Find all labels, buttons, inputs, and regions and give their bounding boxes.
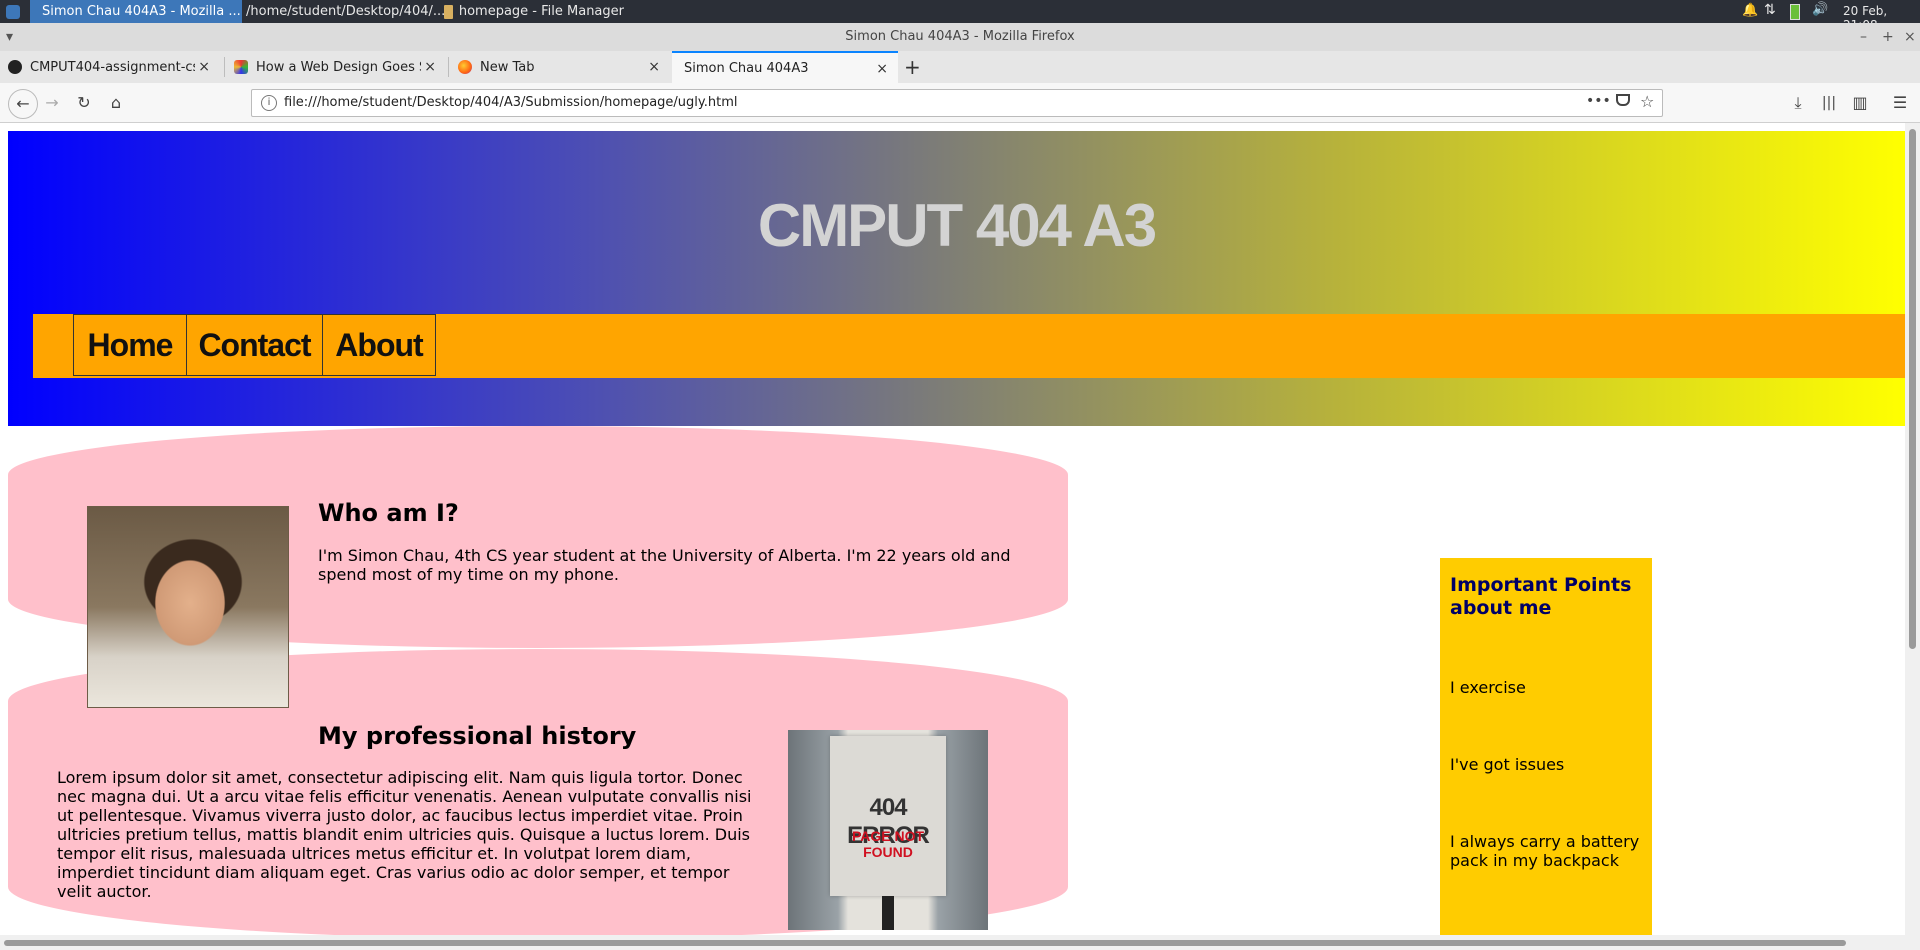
maximize-button[interactable]: +: [1882, 23, 1894, 51]
minimize-button[interactable]: –: [1860, 23, 1867, 51]
tab-label: CMPUT404-assignment-css-h: [30, 59, 195, 75]
url-bar[interactable]: i file:///home/student/Desktop/404/A3/Su…: [251, 89, 1663, 117]
tab-label: New Tab: [480, 59, 535, 75]
aside-item: I always carry a battery pack in my back…: [1450, 832, 1640, 870]
home-button[interactable]: ⌂: [104, 91, 128, 115]
important-points-aside: Important Points about me I exercise I'v…: [1440, 558, 1652, 935]
error-sign-line2: PAGE NOT FOUND: [851, 828, 925, 860]
sidebar-icon[interactable]: ▥: [1848, 91, 1872, 115]
error-404-photo: 404 ERROR PAGE NOT FOUND: [788, 730, 988, 930]
taskbar-item-label: Simon Chau 404A3 - Mozilla ...: [42, 4, 241, 19]
site-favicon-icon: [234, 60, 248, 74]
taskbar-item-label: homepage - File Manager: [458, 4, 624, 19]
network-icon[interactable]: ⇅: [1764, 2, 1776, 18]
desktop-panel: Simon Chau 404A3 - Mozilla ... /home/stu…: [0, 0, 1920, 32]
taskbar-item-file-manager[interactable]: homepage - File Manager: [438, 0, 630, 23]
pocket-icon[interactable]: [1616, 94, 1630, 106]
close-tab-icon[interactable]: ×: [198, 59, 210, 75]
menu-icon: [6, 4, 20, 19]
bookmark-star-icon[interactable]: ☆: [1640, 92, 1654, 111]
vertical-scrollbar[interactable]: [1905, 123, 1920, 935]
nav-link-about[interactable]: About: [322, 314, 436, 376]
aside-item: I've got issues: [1450, 755, 1565, 774]
info-icon[interactable]: i: [261, 95, 277, 111]
tab-separator: [224, 57, 225, 77]
notification-icon[interactable]: 🔔: [1742, 3, 1758, 18]
nav-link-home[interactable]: Home: [73, 314, 187, 376]
close-tab-icon[interactable]: ×: [424, 59, 436, 75]
nav-toolbar: ← → ↻ ⌂ i file:///home/student/Desktop/4…: [0, 83, 1920, 123]
site-nav: Home Contact About: [33, 314, 1905, 378]
who-heading: Who am I?: [318, 499, 459, 527]
profile-photo: [87, 506, 289, 708]
tab-current[interactable]: Simon Chau 404A3 ×: [672, 51, 898, 83]
taskbar-item-firefox[interactable]: Simon Chau 404A3 - Mozilla ...: [30, 0, 242, 23]
tab-web-design[interactable]: How a Web Design Goes Stra ×: [226, 51, 446, 83]
url-text: file:///home/student/Desktop/404/A3/Subm…: [284, 95, 738, 110]
reload-button[interactable]: ↻: [72, 91, 96, 115]
aside-title: Important Points about me: [1450, 574, 1632, 619]
downloads-icon[interactable]: ⤓: [1786, 91, 1810, 115]
who-text: I'm Simon Chau, 4th CS year student at t…: [318, 546, 1011, 584]
aside-item: I exercise: [1450, 678, 1526, 697]
site-header: CMPUT 404 A3 Home Contact About: [8, 131, 1905, 426]
history-text: Lorem ipsum dolor sit amet, consectetur …: [57, 768, 752, 901]
battery-icon[interactable]: [1790, 4, 1800, 20]
error-sign: 404 ERROR PAGE NOT FOUND: [830, 736, 946, 896]
close-window-button[interactable]: ×: [1904, 23, 1916, 51]
window-menu-icon[interactable]: ▾: [6, 23, 13, 51]
back-button[interactable]: ←: [8, 89, 38, 119]
taskbar-item-label: /home/student/Desktop/404/...: [246, 4, 446, 19]
page-actions-icon[interactable]: •••: [1586, 93, 1611, 109]
horizontal-scroll-thumb[interactable]: [4, 940, 1846, 946]
tab-bar: CMPUT404-assignment-css-h × How a Web De…: [0, 51, 1920, 83]
taskbar-item-editor[interactable]: /home/student/Desktop/404/...: [234, 0, 446, 23]
tab-separator: [448, 57, 449, 77]
firefox-icon: [458, 60, 472, 74]
hamburger-menu-icon[interactable]: ☰: [1888, 91, 1912, 115]
tab-label: How a Web Design Goes Stra: [256, 59, 421, 75]
close-tab-icon[interactable]: ×: [876, 61, 888, 77]
library-icon[interactable]: |||: [1817, 91, 1841, 115]
new-tab-button[interactable]: +: [904, 55, 921, 79]
folder-icon: [444, 4, 453, 19]
close-tab-icon[interactable]: ×: [648, 59, 660, 75]
github-icon: [8, 60, 22, 74]
horizontal-scrollbar[interactable]: [0, 935, 1920, 950]
tie: [882, 896, 894, 930]
tab-github[interactable]: CMPUT404-assignment-css-h ×: [0, 51, 220, 83]
site-title: CMPUT 404 A3: [757, 192, 1157, 259]
window-title: Simon Chau 404A3 - Mozilla Firefox: [845, 29, 1075, 44]
window-titlebar: ▾ Simon Chau 404A3 - Mozilla Firefox – +…: [0, 23, 1920, 51]
app-menu-button[interactable]: [0, 0, 34, 23]
history-heading: My professional history: [318, 722, 637, 750]
nav-link-contact[interactable]: Contact: [186, 314, 323, 376]
vertical-scroll-thumb[interactable]: [1909, 129, 1916, 649]
forward-button[interactable]: →: [40, 91, 64, 115]
volume-icon[interactable]: 🔊: [1812, 2, 1828, 17]
tab-label: Simon Chau 404A3: [684, 60, 809, 76]
tab-new-tab[interactable]: New Tab ×: [450, 51, 670, 83]
page-viewport: CMPUT 404 A3 Home Contact About Who am I…: [0, 123, 1905, 935]
